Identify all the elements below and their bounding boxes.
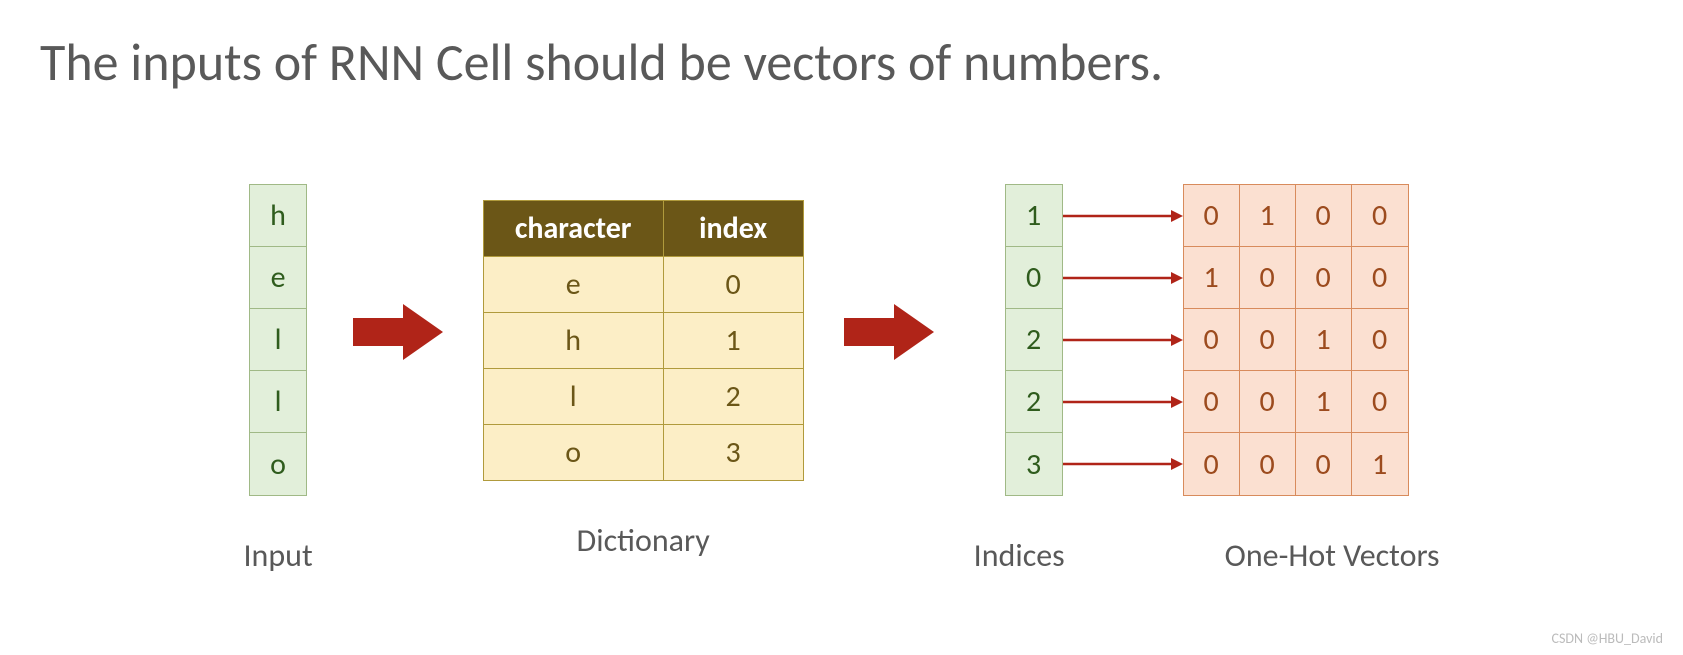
arrow-right-thin-icon bbox=[1063, 185, 1183, 247]
indices-vector: 1 0 2 2 3 bbox=[1005, 184, 1063, 496]
onehot-label: One-Hot Vectors bbox=[1225, 536, 1440, 575]
input-cell: h bbox=[250, 185, 306, 247]
input-cell: l bbox=[250, 371, 306, 433]
arrow-right-icon bbox=[844, 304, 934, 360]
dict-char: h bbox=[483, 312, 663, 368]
onehot-cell: 1 bbox=[1296, 309, 1352, 371]
onehot-cell: 0 bbox=[1240, 309, 1296, 371]
arrow-right-thin-icon bbox=[1063, 371, 1183, 433]
index-cell: 2 bbox=[1006, 309, 1062, 371]
dict-char: e bbox=[483, 256, 663, 312]
onehot-cell: 0 bbox=[1352, 371, 1408, 433]
onehot-cell: 0 bbox=[1296, 247, 1352, 309]
dict-row: h 1 bbox=[483, 312, 803, 368]
index-cell: 0 bbox=[1006, 247, 1062, 309]
input-vector: h e l l o bbox=[249, 184, 307, 496]
onehot-cell: 0 bbox=[1352, 309, 1408, 371]
indices-onehot-labels: Indices One-Hot Vectors bbox=[974, 536, 1440, 575]
dict-char: l bbox=[483, 368, 663, 424]
input-cell: o bbox=[250, 433, 306, 495]
input-cell: e bbox=[250, 247, 306, 309]
onehot-cell: 0 bbox=[1296, 433, 1352, 495]
onehot-cell: 0 bbox=[1184, 185, 1240, 247]
index-cell: 1 bbox=[1006, 185, 1062, 247]
onehot-cell: 0 bbox=[1240, 433, 1296, 495]
diagram-row: h e l l o Input character index e 0 bbox=[40, 184, 1643, 575]
dict-header-index: index bbox=[663, 200, 803, 256]
dict-index: 2 bbox=[663, 368, 803, 424]
onehot-grid: 0 1 0 0 1 0 0 0 0 0 1 0 0 0 1 0 0 0 0 1 bbox=[1183, 184, 1409, 496]
dict-char: o bbox=[483, 424, 663, 480]
input-column: h e l l o Input bbox=[243, 184, 312, 575]
watermark-text: CSDN @HBU_David bbox=[1551, 630, 1663, 647]
indices-label: Indices bbox=[974, 536, 1065, 575]
onehot-cell: 0 bbox=[1240, 247, 1296, 309]
onehot-cell: 1 bbox=[1296, 371, 1352, 433]
dict-index: 3 bbox=[663, 424, 803, 480]
arrow-right-icon bbox=[353, 304, 443, 360]
page-title: The inputs of RNN Cell should be vectors… bbox=[40, 30, 1643, 94]
dict-index: 0 bbox=[663, 256, 803, 312]
dict-row: l 2 bbox=[483, 368, 803, 424]
onehot-cell: 1 bbox=[1352, 433, 1408, 495]
input-cell: l bbox=[250, 309, 306, 371]
index-cell: 3 bbox=[1006, 433, 1062, 495]
dictionary-column: character index e 0 h 1 l 2 o bbox=[483, 200, 804, 560]
onehot-cell: 0 bbox=[1184, 371, 1240, 433]
input-label: Input bbox=[243, 536, 312, 575]
onehot-cell: 0 bbox=[1352, 185, 1408, 247]
onehot-cell: 0 bbox=[1240, 371, 1296, 433]
onehot-cell: 0 bbox=[1352, 247, 1408, 309]
onehot-cell: 1 bbox=[1240, 185, 1296, 247]
dict-row: e 0 bbox=[483, 256, 803, 312]
dict-header-char: character bbox=[483, 200, 663, 256]
indices-onehot-column: 1 0 2 2 3 0 1 0 0 1 0 0 0 bbox=[974, 184, 1440, 575]
dict-row: o 3 bbox=[483, 424, 803, 480]
onehot-cell: 1 bbox=[1184, 247, 1240, 309]
onehot-cell: 0 bbox=[1296, 185, 1352, 247]
onehot-cell: 0 bbox=[1184, 309, 1240, 371]
dictionary-table: character index e 0 h 1 l 2 o bbox=[483, 200, 804, 481]
arrow-right-thin-icon bbox=[1063, 433, 1183, 495]
dictionary-label: Dictionary bbox=[577, 521, 710, 560]
dict-index: 1 bbox=[663, 312, 803, 368]
arrow-right-thin-icon bbox=[1063, 309, 1183, 371]
indices-onehot-block: 1 0 2 2 3 0 1 0 0 1 0 0 0 bbox=[1005, 184, 1409, 496]
arrow-right-thin-icon bbox=[1063, 247, 1183, 309]
onehot-cell: 0 bbox=[1184, 433, 1240, 495]
thin-arrows-group bbox=[1063, 185, 1183, 495]
index-cell: 2 bbox=[1006, 371, 1062, 433]
